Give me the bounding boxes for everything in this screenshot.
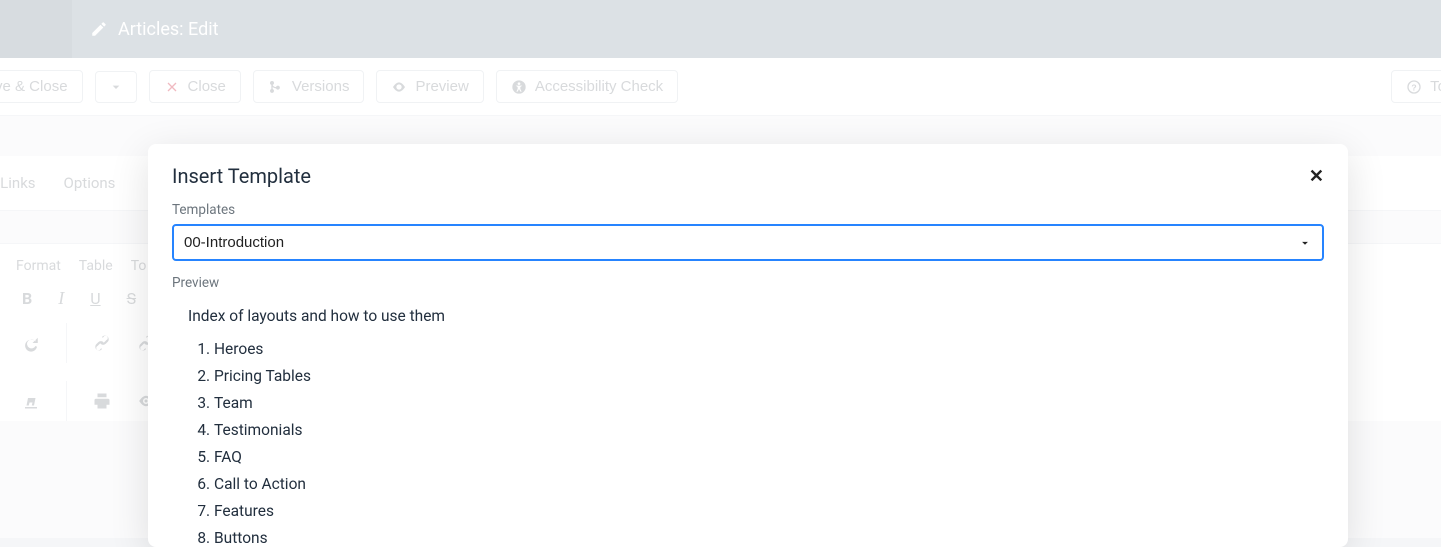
- modal-close-button[interactable]: ✕: [1309, 166, 1324, 187]
- list-item: Buttons: [214, 526, 1324, 547]
- list-item: Testimonials: [214, 418, 1324, 442]
- insert-template-modal: Insert Template ✕ Templates 00-Introduct…: [148, 144, 1348, 547]
- modal-title: Insert Template: [172, 164, 311, 188]
- list-item: Features: [214, 499, 1324, 523]
- template-preview-area[interactable]: Index of layouts and how to use them Her…: [172, 297, 1324, 547]
- preview-field-label: Preview: [172, 275, 1324, 291]
- list-item: Team: [214, 391, 1324, 415]
- list-item: Call to Action: [214, 472, 1324, 496]
- list-item: Heroes: [214, 337, 1324, 361]
- preview-list: Heroes Pricing Tables Team Testimonials …: [214, 337, 1324, 547]
- templates-field-label: Templates: [172, 202, 1324, 218]
- preview-intro-text: Index of layouts and how to use them: [188, 307, 1324, 325]
- list-item: Pricing Tables: [214, 364, 1324, 388]
- list-item: FAQ: [214, 445, 1324, 469]
- templates-select[interactable]: 00-Introduction: [172, 224, 1324, 261]
